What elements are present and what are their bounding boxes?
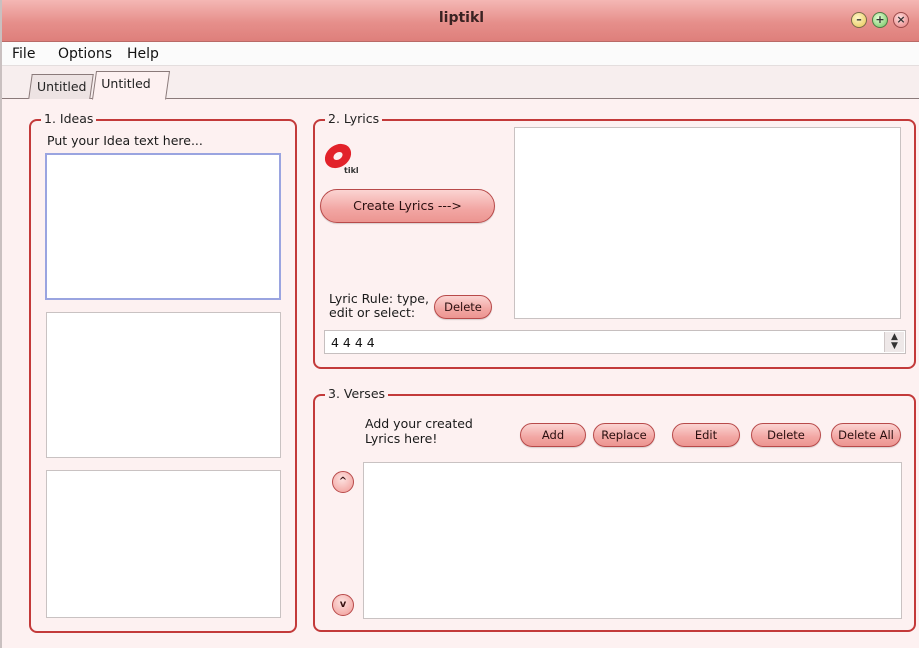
maximize-icon[interactable]: + [872,12,888,28]
delete-rule-button[interactable]: Delete [434,295,492,319]
edit-verse-button[interactable]: Edit [672,423,740,447]
lyric-rule-select[interactable]: 4 4 4 4 ▲ ▼ [324,330,906,354]
menu-file[interactable]: File [12,46,35,62]
delete-all-verses-button[interactable]: Delete All [831,423,901,447]
lyric-rule-label-line1: Lyric Rule: type, [329,291,429,306]
idea-textarea-3[interactable] [46,470,281,618]
menu-options[interactable]: Options [58,46,112,62]
tab-untitled-2[interactable]: Untitled [91,71,171,100]
create-lyrics-button[interactable]: Create Lyrics ---> [320,189,495,223]
verses-legend: 3. Verses [325,386,389,401]
tab-bar: Untitled Untitled [2,66,919,100]
replace-verse-button[interactable]: Replace [593,423,655,447]
idea-textarea-2[interactable] [46,312,281,458]
delete-verse-button[interactable]: Delete [751,423,821,447]
add-verse-button[interactable]: Add [520,423,586,447]
menu-bar: File Options Help [2,42,919,66]
menu-help[interactable]: Help [127,46,159,62]
idea-textarea-1[interactable] [45,153,281,300]
lyric-rule-value: 4 4 4 4 [331,335,375,350]
move-up-icon[interactable]: ^ [332,471,354,493]
ideas-prompt: Put your Idea text here... [47,133,203,148]
close-icon[interactable]: × [893,12,909,28]
move-down-icon[interactable]: v [332,594,354,616]
tab-untitled-1[interactable]: Untitled [28,74,94,99]
window-title: liptikl [438,10,485,26]
app-window: liptikl – + × File Options Help Untitled… [0,0,919,648]
ideas-legend: 1. Ideas [41,111,97,126]
lyric-rule-label-line2: edit or select: [329,305,416,320]
chevron-updown-icon[interactable]: ▲ ▼ [884,332,904,352]
lyrics-legend: 2. Lyrics [325,111,383,126]
verses-list[interactable] [363,462,902,619]
lyrics-output[interactable] [514,127,901,319]
verses-hint-line1: Add your created [365,416,473,431]
title-bar[interactable]: liptikl – + × [2,0,919,42]
svg-text:tikl: tikl [344,166,359,175]
tikl-logo-icon: tikl [324,143,359,175]
minimize-icon[interactable]: – [851,12,867,28]
verses-hint-line2: Lyrics here! [365,431,438,446]
